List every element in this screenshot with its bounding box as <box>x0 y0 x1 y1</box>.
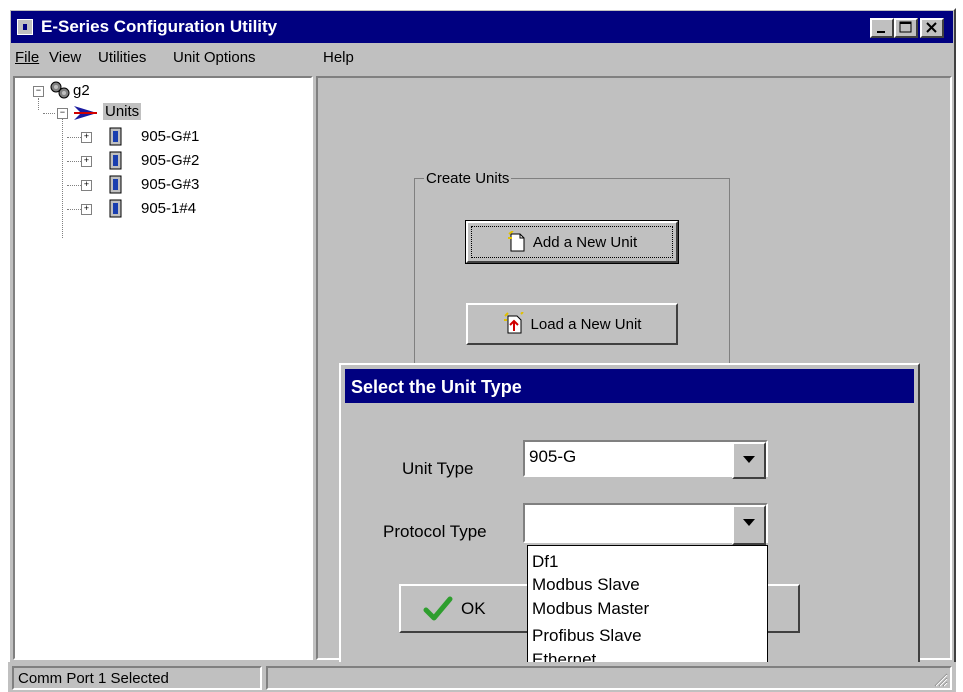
expand-unit-toggle[interactable]: + <box>81 204 92 215</box>
load-new-unit-label: Load a New Unit <box>530 315 642 333</box>
create-units-title: Create Units <box>424 170 512 187</box>
add-new-unit-button[interactable]: Add a New Unit <box>465 220 679 264</box>
app-icon[interactable] <box>17 19 33 35</box>
tree-units-label[interactable]: Units <box>103 103 142 120</box>
title-bar[interactable]: E-Series Configuration Utility <box>11 11 953 43</box>
menu-view-label: View <box>49 49 82 66</box>
unit-tree[interactable]: − g2 − Units + 905-G#1 + 905-G#2 + 905-G… <box>13 76 313 660</box>
dropdown-arrow-icon[interactable] <box>732 442 766 479</box>
tree-connector <box>67 161 81 162</box>
device-icon <box>109 199 122 218</box>
resize-grip-icon[interactable] <box>932 671 948 687</box>
tree-unit-label[interactable]: 905-G#1 <box>141 128 199 145</box>
load-new-unit-button[interactable]: Load a New Unit <box>466 303 678 345</box>
expand-unit-toggle[interactable]: + <box>81 132 92 143</box>
dropdown-option[interactable]: Df1 <box>532 552 558 572</box>
tree-connector <box>67 185 81 186</box>
maximize-button[interactable] <box>894 18 918 38</box>
window-title: E-Series Configuration Utility <box>41 17 278 36</box>
menu-bar: File View Utilities Unit Options Help <box>11 45 953 71</box>
collapse-root-toggle[interactable]: − <box>33 86 44 97</box>
close-button[interactable] <box>920 18 944 38</box>
expand-unit-toggle[interactable]: + <box>81 180 92 191</box>
menu-view[interactable]: View <box>49 49 81 66</box>
status-pane <box>266 666 952 690</box>
expand-unit-toggle[interactable]: + <box>81 156 92 167</box>
menu-unit-options-label: Unit Options <box>173 49 256 66</box>
dropdown-option[interactable]: Modbus Master <box>532 599 649 619</box>
menu-help-label: Help <box>323 49 354 66</box>
ok-label: OK <box>461 598 486 618</box>
arrow-icon <box>74 106 97 120</box>
cancel-button[interactable] <box>765 584 800 633</box>
minimize-icon <box>877 31 885 33</box>
menu-file-label: File <box>15 49 40 66</box>
load-document-icon <box>503 312 524 334</box>
tree-connector <box>67 209 81 210</box>
dropdown-arrow-icon[interactable] <box>732 505 766 545</box>
tree-connector <box>62 118 63 238</box>
dropdown-option[interactable]: Modbus Slave <box>532 575 640 595</box>
tree-unit-label[interactable]: 905-G#3 <box>141 176 199 193</box>
checkmark-icon <box>423 596 453 620</box>
add-new-unit-label: Add a New Unit <box>532 233 638 251</box>
menu-unit-options[interactable]: Unit Options <box>173 49 256 66</box>
dropdown-option[interactable]: Profibus Slave <box>532 626 642 646</box>
menu-utilities[interactable]: Utilities <box>98 49 146 66</box>
status-text: Comm Port 1 Selected <box>12 666 262 690</box>
device-icon <box>109 127 122 146</box>
protocol-type-label: Protocol Type <box>383 522 487 541</box>
tree-connector <box>43 113 55 114</box>
tree-connector <box>38 98 39 110</box>
unit-type-value: 905-G <box>529 447 577 466</box>
unit-type-select[interactable]: 905-G <box>523 440 768 479</box>
ok-button[interactable]: OK <box>399 584 531 633</box>
menu-help[interactable]: Help <box>323 49 354 66</box>
network-gear-icon <box>50 81 70 99</box>
device-icon <box>109 151 122 170</box>
collapse-units-toggle[interactable]: − <box>57 108 68 119</box>
dialog-title-bar[interactable]: Select the Unit Type <box>345 369 914 403</box>
minimize-button[interactable] <box>870 18 894 38</box>
maximize-icon <box>899 21 912 33</box>
tree-connector <box>67 137 81 138</box>
protocol-type-select[interactable] <box>523 503 768 545</box>
tree-root-label[interactable]: g2 <box>73 82 90 99</box>
menu-utilities-label: Utilities <box>98 49 147 66</box>
new-document-icon <box>507 231 525 252</box>
device-icon <box>109 175 122 194</box>
menu-file[interactable]: File <box>15 49 39 66</box>
close-icon <box>926 22 937 33</box>
tree-unit-label[interactable]: 905-G#2 <box>141 152 199 169</box>
tree-unit-label[interactable]: 905-1#4 <box>141 200 196 217</box>
unit-type-label: Unit Type <box>402 459 474 478</box>
create-units-group <box>414 178 730 378</box>
